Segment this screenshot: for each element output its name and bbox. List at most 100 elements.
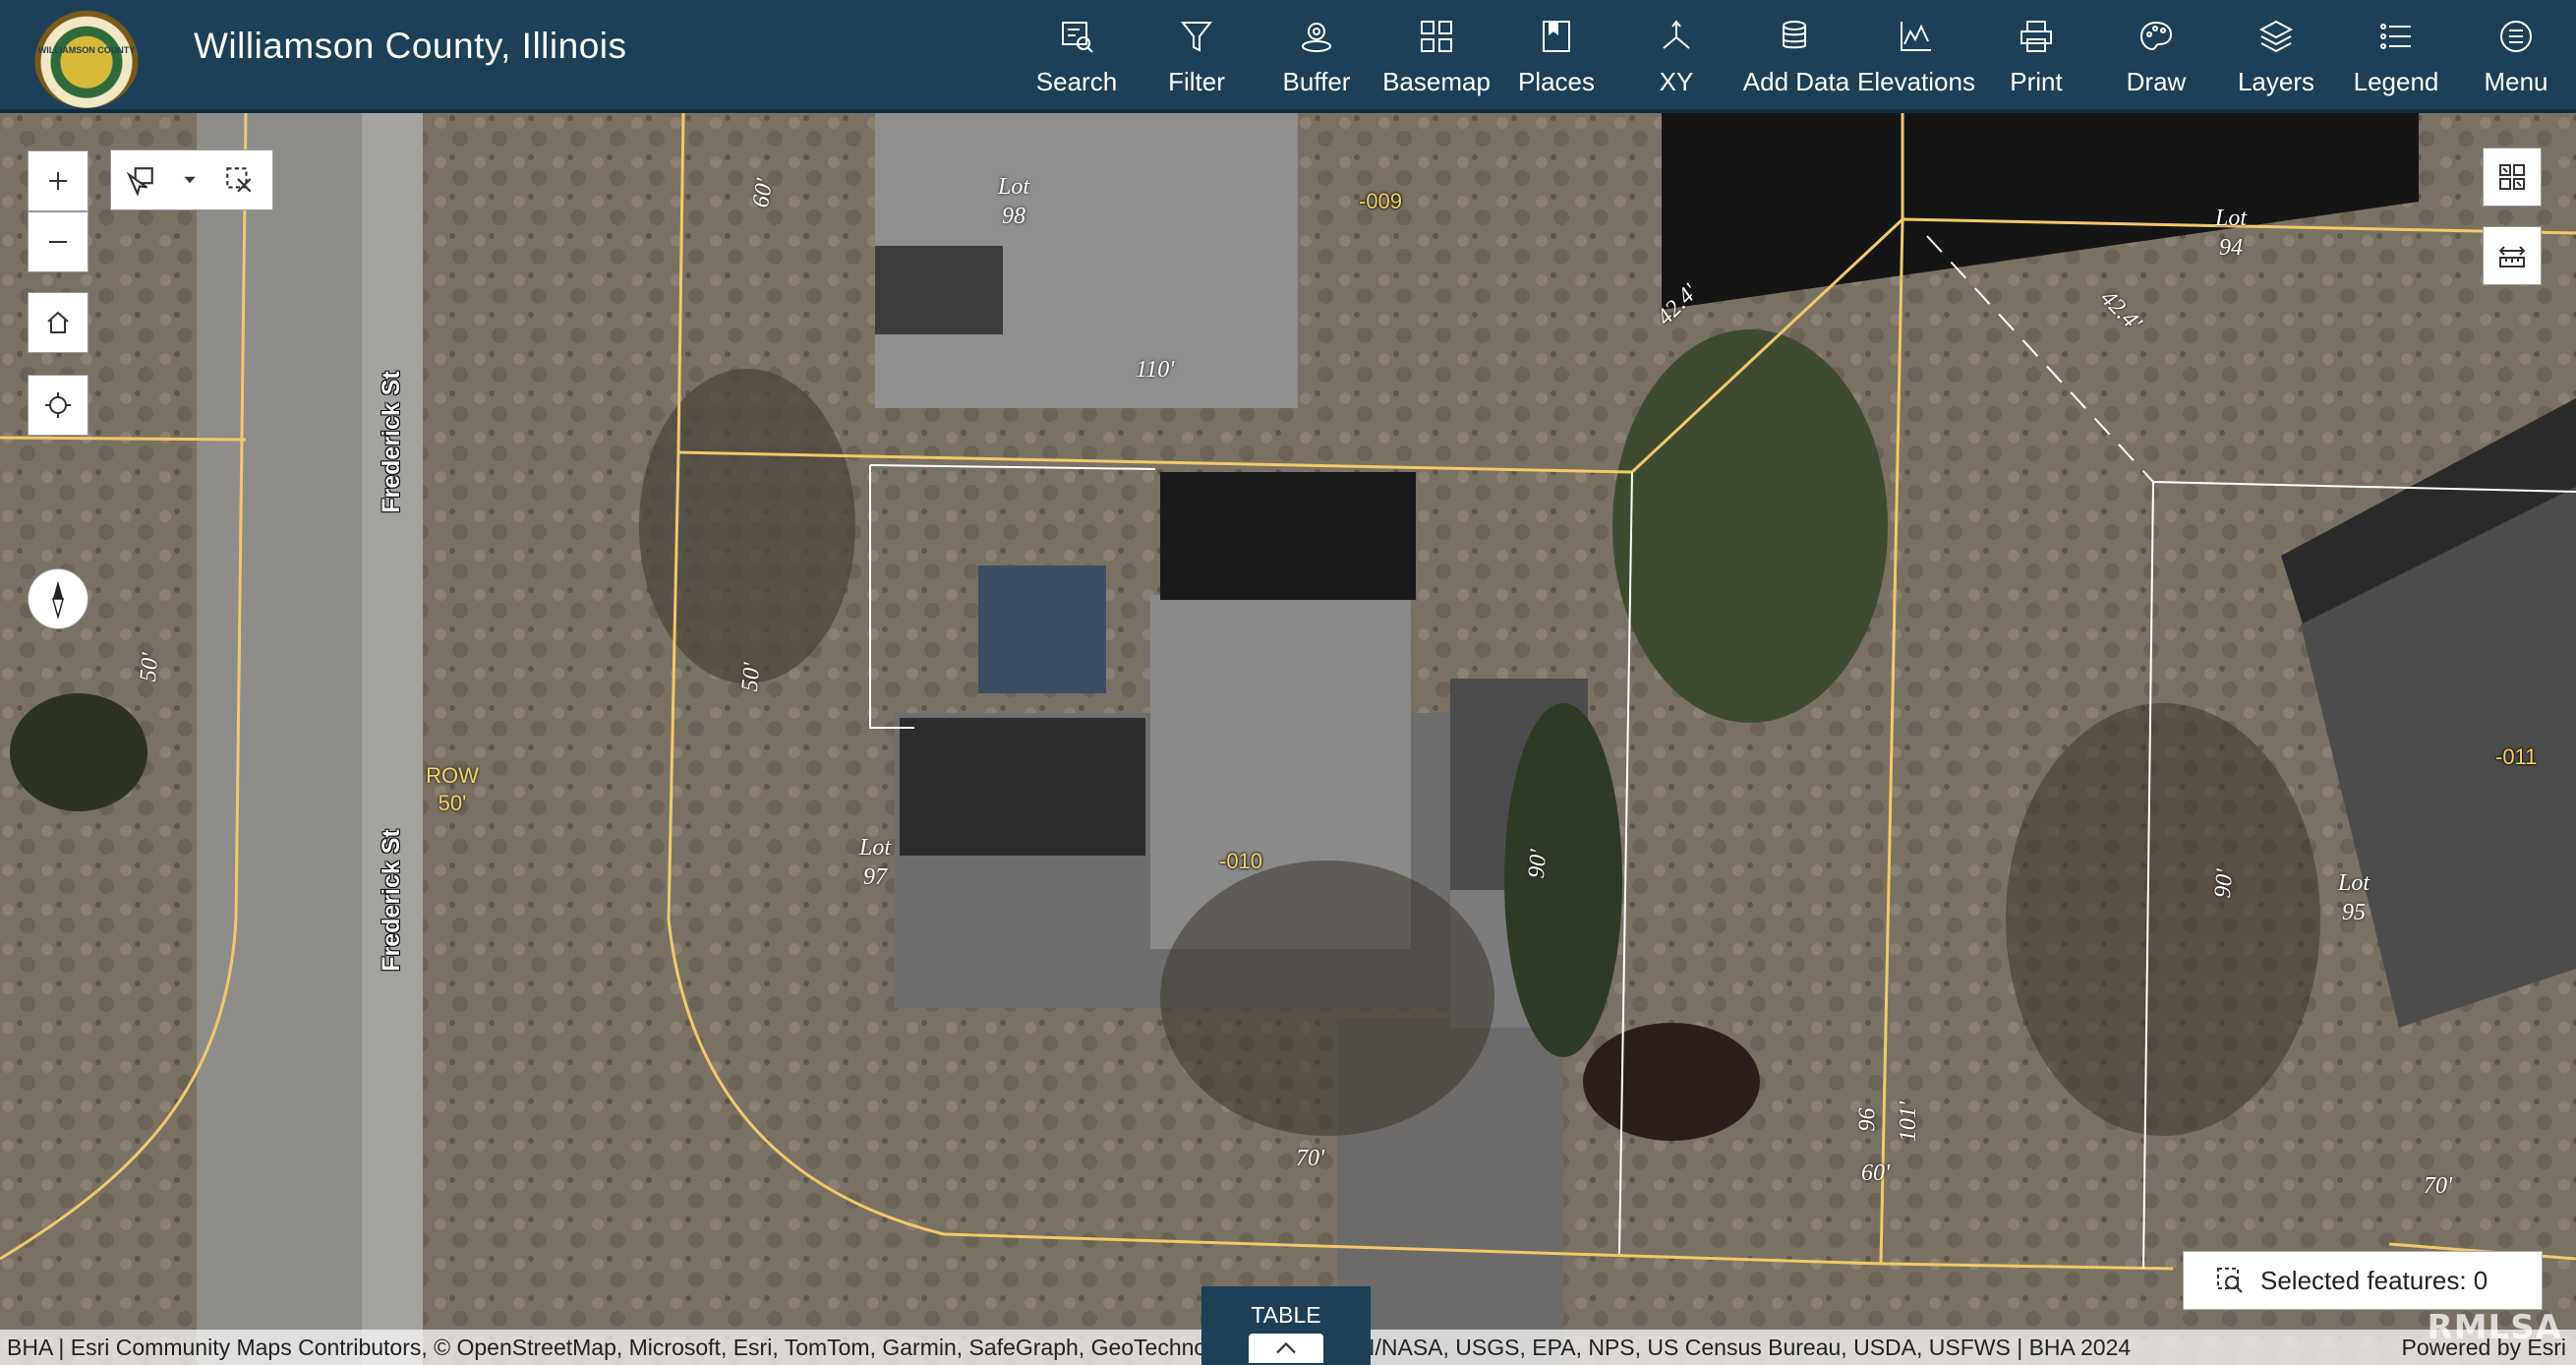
clear-selection-button[interactable] bbox=[209, 150, 268, 209]
row-label: ROW 50' bbox=[413, 762, 492, 817]
lot-94-line2: 94 bbox=[2219, 235, 2243, 261]
row-label-line2: 50' bbox=[438, 791, 467, 815]
select-features-button[interactable] bbox=[111, 150, 170, 209]
selected-features-text: Selected features: 0 bbox=[2260, 1265, 2488, 1295]
places-icon bbox=[1543, 21, 1570, 52]
dimension-label: 101' bbox=[1896, 1100, 1922, 1143]
toolbar: Search Filter Buffer Basemap Places XY A… bbox=[1017, 0, 2576, 113]
dimension-label: 60' bbox=[1861, 1160, 1891, 1186]
parcel-id-009: -009 bbox=[1359, 189, 1403, 213]
draw-label: Draw bbox=[2126, 67, 2187, 96]
app-title: Williamson County, Illinois bbox=[194, 26, 627, 66]
table-expand-button[interactable] bbox=[1249, 1334, 1323, 1363]
menu-label: Menu bbox=[2484, 67, 2548, 96]
dimension-label: 50' bbox=[135, 651, 164, 683]
parcel-id-010: -010 bbox=[1219, 849, 1263, 873]
xy-tool-button[interactable]: XY bbox=[1616, 0, 1736, 113]
overview-map-button[interactable] bbox=[2483, 148, 2542, 207]
layers-icon bbox=[2258, 20, 2294, 53]
menu-icon bbox=[2500, 21, 2532, 52]
print-label: Print bbox=[2010, 67, 2063, 96]
dimension-label: 50' bbox=[736, 661, 766, 693]
lot-95-line1: Lot bbox=[2338, 870, 2371, 896]
overview-map-icon bbox=[2499, 164, 2525, 190]
elevations-tool-button[interactable]: Elevations bbox=[1856, 0, 1976, 113]
basemap-icon bbox=[1421, 21, 1452, 52]
lot-95-line2: 95 bbox=[2342, 900, 2366, 925]
table-toggle-button[interactable]: TABLE bbox=[1201, 1286, 1371, 1365]
xy-icon bbox=[1663, 20, 1690, 49]
crosshair-icon bbox=[45, 392, 71, 418]
lot-97-line2: 97 bbox=[863, 864, 887, 890]
add-data-label: Add Data bbox=[1742, 67, 1850, 96]
lot-97-label: Lot 97 bbox=[859, 833, 891, 892]
dimension-label: 96 bbox=[1854, 1107, 1881, 1132]
search-tool-button[interactable]: Search bbox=[1017, 0, 1137, 113]
menu-tool-button[interactable]: Menu bbox=[2456, 0, 2576, 113]
buffer-label: Buffer bbox=[1282, 67, 1351, 96]
print-icon bbox=[2020, 21, 2052, 52]
measure-button[interactable] bbox=[2483, 226, 2542, 285]
dimension-label: 90' bbox=[1523, 848, 1552, 880]
app-header: WILLIAMSON COUNTY Williamson County, Ill… bbox=[0, 0, 2576, 113]
select-mode-dropdown[interactable] bbox=[170, 150, 209, 209]
search-label: Search bbox=[1035, 67, 1118, 96]
zoom-out-button[interactable] bbox=[28, 211, 88, 272]
legend-label: Legend bbox=[2353, 67, 2439, 96]
legend-icon bbox=[2380, 24, 2411, 49]
dimension-label: 70' bbox=[1296, 1146, 1325, 1171]
map-view[interactable]: Frederick St Frederick St ROW 50' Lot 98… bbox=[0, 113, 2576, 1365]
dimension-label: 60' bbox=[747, 176, 779, 210]
places-label: Places bbox=[1517, 67, 1596, 96]
places-tool-button[interactable]: Places bbox=[1496, 0, 1616, 113]
lot-97-line1: Lot bbox=[859, 835, 892, 861]
elevations-label: Elevations bbox=[1857, 67, 1975, 96]
selection-toolbar bbox=[110, 149, 273, 210]
zoom-in-button[interactable] bbox=[28, 150, 88, 211]
lot-98-line2: 98 bbox=[1002, 204, 1025, 229]
locate-button[interactable] bbox=[28, 375, 88, 436]
print-tool-button[interactable]: Print bbox=[1976, 0, 2096, 113]
filter-label: Filter bbox=[1168, 67, 1225, 96]
lot-98-label: Lot 98 bbox=[998, 172, 1029, 231]
zoom-to-selection-icon bbox=[2217, 1268, 2243, 1293]
selected-features-button[interactable]: Selected features: 0 bbox=[2183, 1251, 2543, 1310]
buffer-tool-button[interactable]: Buffer bbox=[1257, 0, 1376, 113]
basemap-tool-button[interactable]: Basemap bbox=[1376, 0, 1496, 113]
chevron-up-icon bbox=[1276, 1341, 1296, 1354]
draw-tool-button[interactable]: Draw bbox=[2096, 0, 2216, 113]
layers-tool-button[interactable]: Layers bbox=[2216, 0, 2336, 113]
county-logo: WILLIAMSON COUNTY bbox=[33, 6, 140, 108]
dimension-label: 90' bbox=[2209, 867, 2239, 900]
select-cursor-icon bbox=[126, 167, 153, 196]
home-button[interactable] bbox=[28, 292, 88, 353]
aerial-imagery bbox=[0, 113, 2576, 1365]
table-label: TABLE bbox=[1251, 1302, 1321, 1328]
buffer-icon bbox=[1302, 23, 1331, 52]
layers-label: Layers bbox=[2237, 67, 2315, 96]
minus-icon bbox=[49, 241, 67, 243]
caret-down-icon bbox=[184, 176, 196, 184]
search-icon bbox=[1062, 22, 1093, 53]
street-label-frederick-north: Frederick St bbox=[377, 371, 405, 513]
add-data-icon bbox=[1783, 21, 1806, 49]
draw-icon bbox=[2139, 21, 2173, 51]
xy-label: XY bbox=[1659, 67, 1694, 96]
compass-button[interactable] bbox=[28, 568, 88, 629]
measure-icon bbox=[2498, 246, 2526, 267]
filter-tool-button[interactable]: Filter bbox=[1137, 0, 1257, 113]
elevations-icon bbox=[1901, 22, 1931, 51]
lot-95-label: Lot 95 bbox=[2338, 868, 2370, 927]
parcel-id-011: -011 bbox=[2495, 744, 2538, 769]
clear-selection-icon bbox=[226, 167, 252, 193]
legend-tool-button[interactable]: Legend bbox=[2336, 0, 2456, 113]
street-label-frederick-south: Frederick St bbox=[377, 829, 405, 972]
plus-icon bbox=[49, 172, 67, 190]
lot-98-line1: Lot bbox=[998, 174, 1030, 200]
dimension-label: 70' bbox=[2424, 1173, 2453, 1199]
lot-94-label: Lot 94 bbox=[2215, 204, 2247, 263]
add-data-tool-button[interactable]: Add Data bbox=[1736, 0, 1856, 113]
home-icon bbox=[47, 311, 69, 333]
lot-94-line1: Lot bbox=[2215, 206, 2248, 231]
basemap-label: Basemap bbox=[1382, 67, 1491, 96]
